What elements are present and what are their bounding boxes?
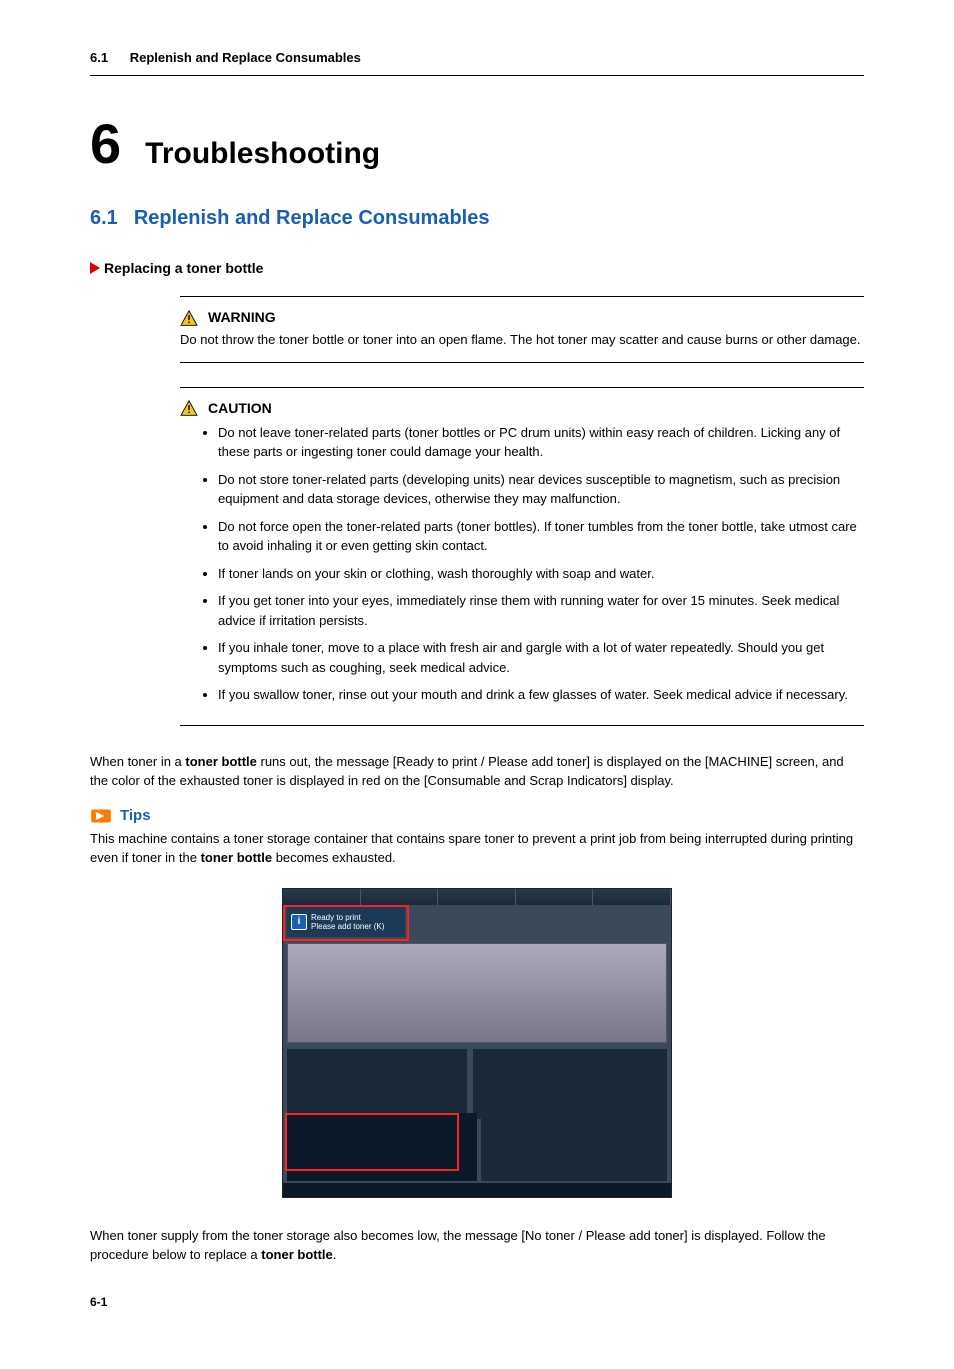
- caution-item: If toner lands on your skin or clothing,…: [218, 564, 864, 584]
- chapter-heading: 6 Troubleshooting: [90, 116, 864, 172]
- tips-heading: Tips: [90, 807, 864, 825]
- chapter-number: 6: [90, 116, 121, 172]
- caution-list: Do not leave toner-related parts (toner …: [180, 423, 864, 705]
- text: When toner in a: [90, 754, 185, 769]
- text: becomes exhausted.: [272, 850, 396, 865]
- running-header-num: 6.1: [90, 50, 108, 65]
- warning-icon: [180, 310, 198, 326]
- caution-item: If you inhale toner, move to a place wit…: [218, 638, 864, 677]
- screenshot-tab: [283, 889, 361, 905]
- chapter-title: Troubleshooting: [145, 137, 380, 171]
- caution-item: If you swallow toner, rinse out your mou…: [218, 685, 864, 705]
- warning-block: WARNING Do not throw the toner bottle or…: [180, 296, 864, 363]
- section-title: Replenish and Replace Consumables: [134, 207, 490, 230]
- screenshot-highlight-box: [283, 905, 409, 941]
- body-paragraph: When toner supply from the toner storage…: [90, 1226, 864, 1265]
- bold-term: toner bottle: [261, 1247, 333, 1262]
- running-header-title: Replenish and Replace Consumables: [130, 50, 361, 65]
- arrow-right-icon: [90, 262, 100, 274]
- caution-item: Do not store toner-related parts (develo…: [218, 470, 864, 509]
- tips-label: Tips: [120, 807, 151, 824]
- caution-item: Do not force open the toner-related part…: [218, 517, 864, 556]
- screenshot-highlight-box: [285, 1113, 459, 1171]
- screenshot-tab: [516, 889, 594, 905]
- subsection-heading: Replacing a toner bottle: [90, 260, 864, 276]
- screenshot-status-bar: [283, 1183, 671, 1197]
- subsection-title: Replacing a toner bottle: [104, 260, 263, 276]
- tips-icon: [90, 807, 112, 825]
- screenshot-tab: [438, 889, 516, 905]
- machine-screenshot: i Ready to print Please add toner (K): [282, 888, 672, 1198]
- section-number: 6.1: [90, 207, 118, 230]
- page-number: 6-1: [90, 1295, 107, 1309]
- screenshot-paper-tray-area: [473, 1049, 667, 1119]
- caution-item: Do not leave toner-related parts (toner …: [218, 423, 864, 462]
- warning-body: Do not throw the toner bottle or toner i…: [180, 330, 864, 350]
- caution-item: If you get toner into your eyes, immedia…: [218, 591, 864, 630]
- caution-icon: [180, 400, 198, 416]
- screenshot-job-area: [287, 1049, 467, 1119]
- warning-label: WARNING: [208, 307, 276, 328]
- screenshot-machine-diagram: [287, 943, 667, 1043]
- page-footer: 6-1: [90, 1295, 864, 1309]
- running-header: 6.1 Replenish and Replace Consumables: [90, 50, 864, 76]
- bold-term: toner bottle: [185, 754, 257, 769]
- caution-label: CAUTION: [208, 398, 272, 419]
- section-heading: 6.1 Replenish and Replace Consumables: [90, 207, 864, 230]
- text: .: [333, 1247, 337, 1262]
- body-paragraph: When toner in a toner bottle runs out, t…: [90, 752, 864, 791]
- screenshot-lower-right-panel: [481, 1113, 667, 1181]
- screenshot-tabbar: [283, 889, 671, 905]
- bold-term: toner bottle: [201, 850, 273, 865]
- screenshot-tab: [593, 889, 671, 905]
- screenshot-tab: [361, 889, 439, 905]
- tips-paragraph: This machine contains a toner storage co…: [90, 829, 864, 868]
- caution-block: CAUTION Do not leave toner-related parts…: [180, 387, 864, 726]
- text: When toner supply from the toner storage…: [90, 1228, 826, 1263]
